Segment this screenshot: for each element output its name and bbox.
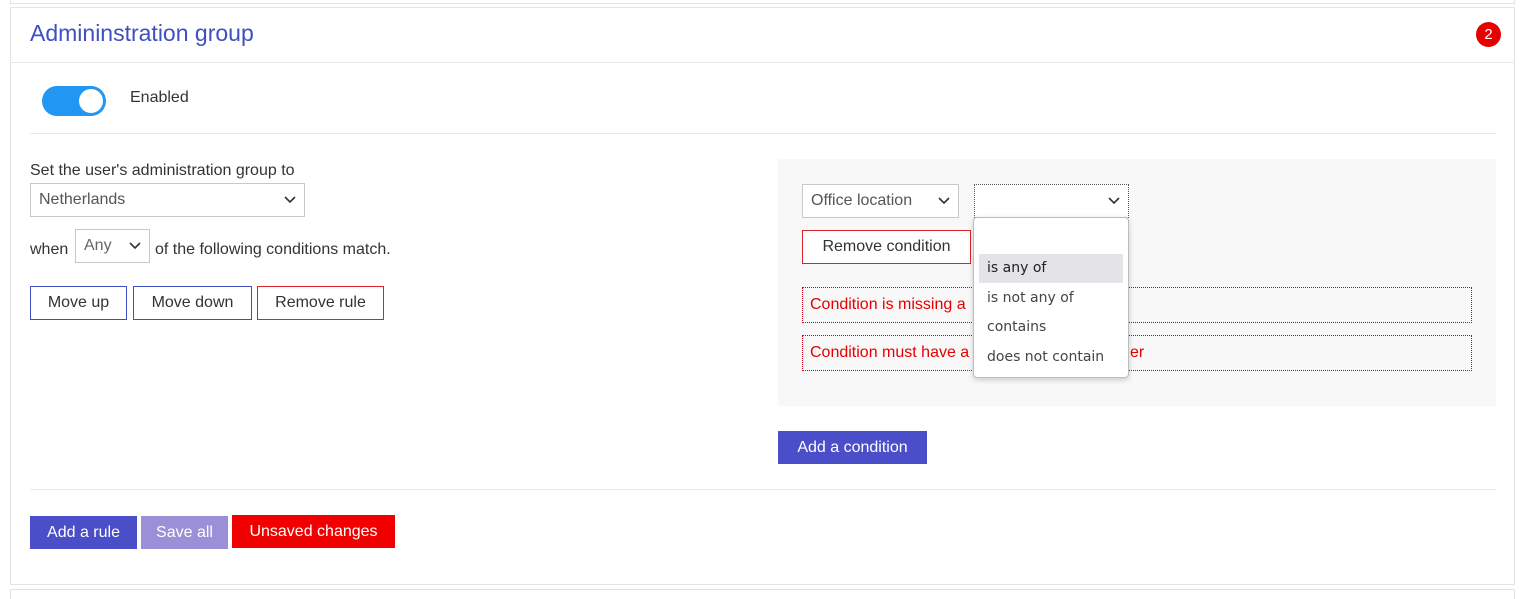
- match-mode-select[interactable]: Any: [75, 229, 150, 263]
- enabled-toggle[interactable]: [42, 86, 106, 116]
- unsaved-changes-indicator: Unsaved changes: [232, 515, 395, 548]
- chevron-down-icon: [938, 197, 950, 205]
- enabled-label: Enabled: [130, 89, 189, 106]
- validation-error-text: Condition is missing a: [810, 296, 966, 313]
- add-rule-button[interactable]: Add a rule: [30, 516, 137, 549]
- panel-header[interactable]: Admininstration group 2: [11, 8, 1514, 63]
- move-up-button[interactable]: Move up: [30, 286, 127, 320]
- next-panel-edge: [10, 589, 1515, 599]
- chevron-down-icon: [284, 196, 296, 204]
- move-down-button[interactable]: Move down: [133, 286, 252, 320]
- remove-rule-button[interactable]: Remove rule: [257, 286, 384, 320]
- condition-field-value: Office location: [811, 192, 913, 209]
- section-divider: [30, 489, 1496, 490]
- validation-error-text: Condition must have a: [810, 344, 970, 361]
- operator-dropdown-list: is any of is not any of contains does no…: [973, 217, 1129, 378]
- dropdown-option-blank[interactable]: [979, 226, 1123, 255]
- administration-group-panel: Admininstration group 2 Enabled Set the …: [10, 7, 1515, 585]
- save-all-button[interactable]: Save all: [141, 516, 228, 549]
- dropdown-option-is-not-any-of[interactable]: is not any of: [979, 284, 1123, 313]
- when-label: when: [30, 241, 69, 258]
- changes-count-badge: 2: [1476, 22, 1501, 47]
- validation-error: Condition is missing a: [802, 287, 1472, 323]
- section-divider: [30, 133, 1496, 134]
- conditions-match-label: of the following conditions match.: [155, 241, 391, 258]
- validation-error: Condition must have a er: [802, 335, 1472, 371]
- previous-panel-edge: [10, 0, 1515, 4]
- admin-group-value: Netherlands: [39, 191, 126, 208]
- remove-condition-button[interactable]: Remove condition: [802, 230, 971, 264]
- chevron-down-icon: [1108, 197, 1120, 205]
- toggle-knob: [79, 89, 103, 113]
- dropdown-option-does-not-contain[interactable]: does not contain: [979, 343, 1123, 372]
- set-group-label: Set the user's administration group to: [30, 162, 295, 179]
- validation-error-tail: er: [1130, 344, 1145, 361]
- admin-group-select[interactable]: Netherlands: [30, 183, 305, 217]
- condition-operator-select[interactable]: [974, 184, 1129, 218]
- panel-title: Admininstration group: [30, 20, 254, 46]
- dropdown-option-is-any-of[interactable]: is any of: [979, 254, 1123, 283]
- dropdown-option-contains[interactable]: contains: [979, 313, 1123, 342]
- add-condition-button[interactable]: Add a condition: [778, 431, 927, 464]
- match-mode-value: Any: [84, 237, 112, 254]
- condition-field-select[interactable]: Office location: [802, 184, 959, 218]
- chevron-down-icon: [129, 242, 141, 250]
